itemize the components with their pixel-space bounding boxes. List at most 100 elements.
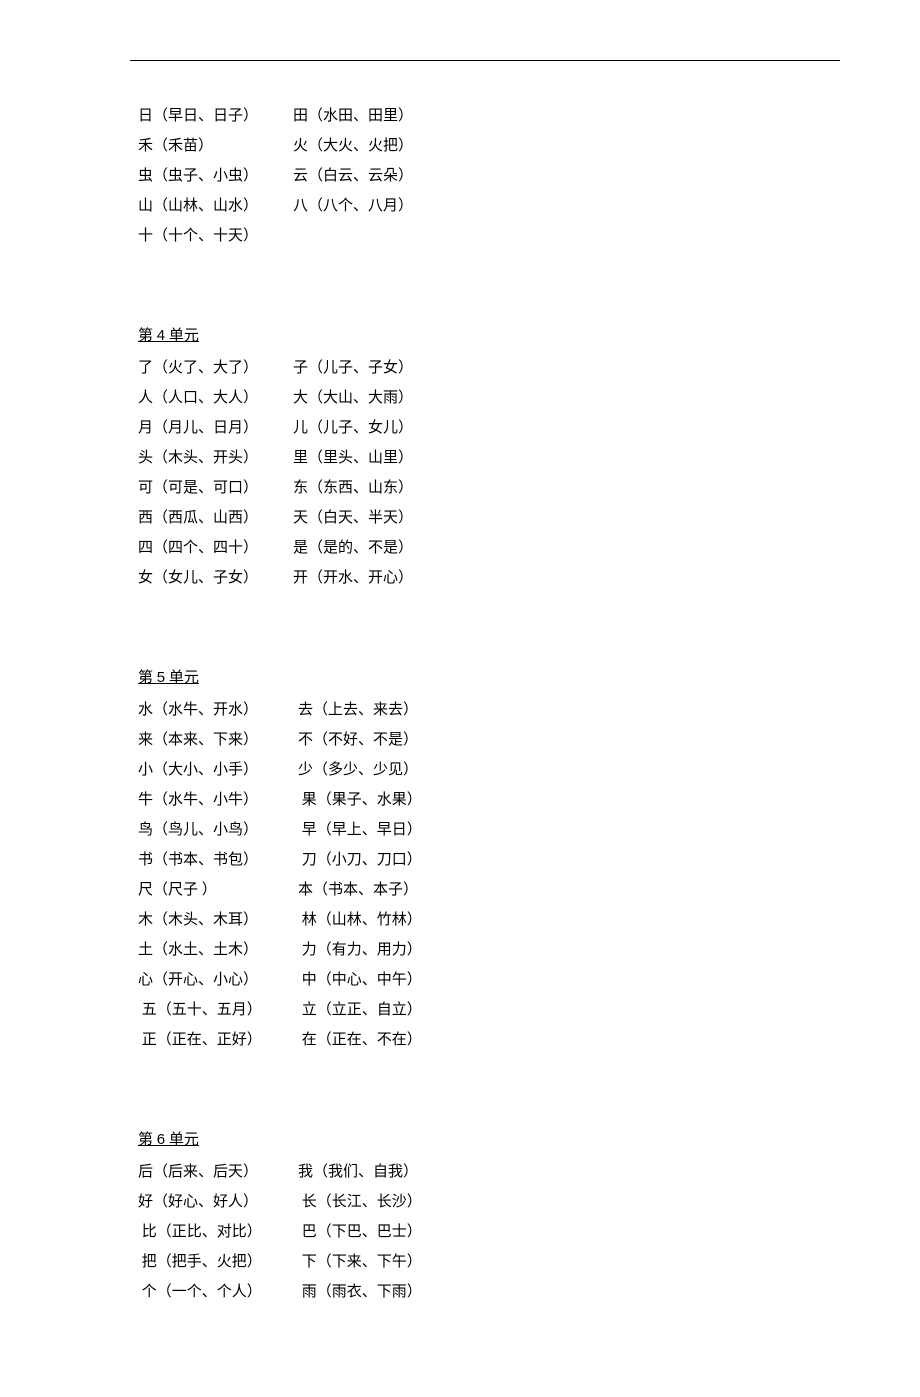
vocab-right: 雨（雨衣、下雨） — [298, 1277, 422, 1307]
vocab-right: 田（水田、田里） — [293, 101, 413, 131]
vocab-row: 土（水土、土木） 力（有力、用力） — [138, 935, 840, 965]
vocab-row: 正（正在、正好） 在（正在、不在） — [138, 1025, 840, 1055]
vocab-row: 书（书本、书包） 刀（小刀、刀口） — [138, 845, 840, 875]
vocab-left: 了（火了、大了） — [138, 353, 293, 383]
vocab-left: 虫（虫子、小虫） — [138, 161, 293, 191]
vocab-row: 西（西瓜、山西）天（白天、半天） — [138, 503, 840, 533]
vocab-right: 下（下来、下午） — [298, 1247, 422, 1277]
vocab-row: 头（木头、开头）里（里头、山里） — [138, 443, 840, 473]
vocab-row: 五（五十、五月） 立（立正、自立） — [138, 995, 840, 1025]
vocab-row: 来（本来、下来）不（不好、不是） — [138, 725, 840, 755]
vocab-right: 巴（下巴、巴士） — [298, 1217, 422, 1247]
vocab-left: 正（正在、正好） — [138, 1025, 298, 1055]
vocab-row: 十（十个、十天） — [138, 221, 840, 251]
vocab-left: 十（十个、十天） — [138, 221, 293, 251]
vocab-row: 日（早日、日子）田（水田、田里） — [138, 101, 840, 131]
vocab-right: 刀（小刀、刀口） — [298, 845, 422, 875]
vocab-row: 虫（虫子、小虫）云（白云、云朵） — [138, 161, 840, 191]
vocab-right: 去（上去、来去） — [298, 695, 418, 725]
section-spacer — [138, 1307, 840, 1337]
vocab-right: 早（早上、早日） — [298, 815, 422, 845]
vocab-right: 长（长江、长沙） — [298, 1187, 422, 1217]
top-rule — [130, 60, 840, 61]
document-page: 日（早日、日子）田（水田、田里）禾（禾苗）火（大火、火把）虫（虫子、小虫）云（白… — [0, 0, 920, 1397]
vocab-left: 可（可是、可口） — [138, 473, 293, 503]
vocab-right: 立（立正、自立） — [298, 995, 422, 1025]
vocab-left: 女（女儿、子女） — [138, 563, 293, 593]
vocab-row: 心（开心、小心） 中（中心、中午） — [138, 965, 840, 995]
vocab-left: 西（西瓜、山西） — [138, 503, 293, 533]
vocab-row: 木（木头、木耳） 林（山林、竹林） — [138, 905, 840, 935]
vocab-right: 云（白云、云朵） — [293, 161, 413, 191]
section-spacer — [138, 593, 840, 623]
vocab-right: 八（八个、八月） — [293, 191, 413, 221]
unit-title-suffix: 单元 — [165, 670, 199, 686]
unit-title: 第 5 单元 — [138, 663, 840, 693]
unit-title-suffix: 单元 — [165, 328, 199, 344]
unit-title-prefix: 第 — [138, 670, 157, 686]
vocab-right: 是（是的、不是） — [293, 533, 413, 563]
vocab-row: 月（月儿、日月）儿（儿子、女儿） — [138, 413, 840, 443]
vocab-left: 心（开心、小心） — [138, 965, 298, 995]
vocab-row: 把（把手、火把） 下（下来、下午） — [138, 1247, 840, 1277]
vocab-row: 可（可是、可口）东（东西、山东） — [138, 473, 840, 503]
vocab-right: 子（儿子、子女） — [293, 353, 413, 383]
vocab-right: 中（中心、中午） — [298, 965, 422, 995]
vocab-left: 日（早日、日子） — [138, 101, 293, 131]
vocab-row: 个（一个、个人） 雨（雨衣、下雨） — [138, 1277, 840, 1307]
unit-title-prefix: 第 — [138, 328, 157, 344]
unit-title: 第 4 单元 — [138, 321, 840, 351]
unit-title: 第 6 单元 — [138, 1125, 840, 1155]
vocab-right: 东（东西、山东） — [293, 473, 413, 503]
vocab-row: 了（火了、大了）子（儿子、子女） — [138, 353, 840, 383]
vocab-left: 月（月儿、日月） — [138, 413, 293, 443]
unit-title-number: 5 — [157, 669, 165, 686]
unit-title-prefix: 第 — [138, 1132, 157, 1148]
vocab-left: 小（大小、小手） — [138, 755, 298, 785]
vocab-left: 好（好心、好人） — [138, 1187, 298, 1217]
vocab-left: 尺（尺子 ） — [138, 875, 298, 905]
vocab-left: 禾（禾苗） — [138, 131, 293, 161]
vocab-right: 儿（儿子、女儿） — [293, 413, 413, 443]
vocab-left: 木（木头、木耳） — [138, 905, 298, 935]
vocab-row: 山（山林、山水）八（八个、八月） — [138, 191, 840, 221]
vocab-left: 后（后来、后天） — [138, 1157, 298, 1187]
vocab-row: 比（正比、对比） 巴（下巴、巴士） — [138, 1217, 840, 1247]
vocab-right: 大（大山、大雨） — [293, 383, 413, 413]
vocab-left: 鸟（鸟儿、小鸟） — [138, 815, 298, 845]
unit-title-number: 4 — [157, 327, 165, 344]
vocab-right: 少（多少、少见） — [298, 755, 418, 785]
vocab-left: 头（木头、开头） — [138, 443, 293, 473]
vocab-right: 开（开水、开心） — [293, 563, 413, 593]
vocab-left: 牛（水牛、小牛） — [138, 785, 298, 815]
vocab-left: 来（本来、下来） — [138, 725, 298, 755]
vocab-right: 力（有力、用力） — [298, 935, 422, 965]
vocab-left: 个（一个、个人） — [138, 1277, 298, 1307]
vocab-right: 林（山林、竹林） — [298, 905, 422, 935]
vocab-right: 果（果子、水果） — [298, 785, 422, 815]
vocab-left: 水（水牛、开水） — [138, 695, 298, 725]
vocab-right: 在（正在、不在） — [298, 1025, 422, 1055]
vocab-left: 比（正比、对比） — [138, 1217, 298, 1247]
vocab-row: 好（好心、好人） 长（长江、长沙） — [138, 1187, 840, 1217]
unit-title-number: 6 — [157, 1131, 165, 1148]
vocab-row: 尺（尺子 ）本（书本、本子） — [138, 875, 840, 905]
vocab-right: 天（白天、半天） — [293, 503, 413, 533]
section-spacer — [138, 1055, 840, 1085]
vocab-right: 我（我们、自我） — [298, 1157, 418, 1187]
vocab-left: 书（书本、书包） — [138, 845, 298, 875]
vocab-row: 鸟（鸟儿、小鸟） 早（早上、早日） — [138, 815, 840, 845]
unit-title-suffix: 单元 — [165, 1132, 199, 1148]
vocab-row: 人（人口、大人）大（大山、大雨） — [138, 383, 840, 413]
vocab-right: 不（不好、不是） — [298, 725, 418, 755]
vocab-row: 小（大小、小手）少（多少、少见） — [138, 755, 840, 785]
vocab-row: 后（后来、后天）我（我们、自我） — [138, 1157, 840, 1187]
vocab-row: 牛（水牛、小牛） 果（果子、水果） — [138, 785, 840, 815]
vocab-right: 里（里头、山里） — [293, 443, 413, 473]
vocab-right: 本（书本、本子） — [298, 875, 418, 905]
section-spacer — [138, 251, 840, 281]
vocab-left: 山（山林、山水） — [138, 191, 293, 221]
vocab-row: 水（水牛、开水）去（上去、来去） — [138, 695, 840, 725]
vocab-left: 四（四个、四十） — [138, 533, 293, 563]
vocab-left: 五（五十、五月） — [138, 995, 298, 1025]
